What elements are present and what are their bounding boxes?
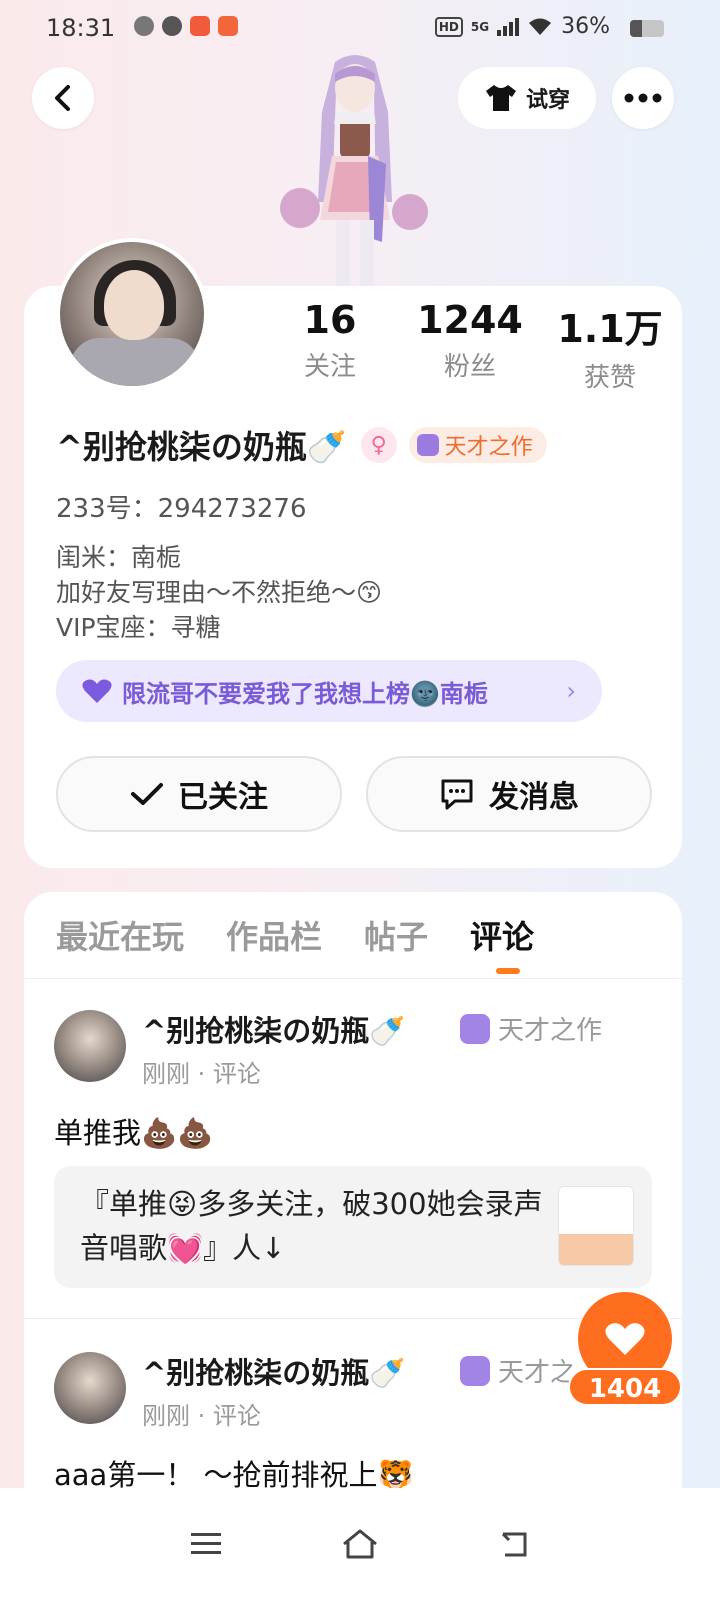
back-button[interactable] [32, 67, 94, 129]
stat-likes[interactable]: 1.1万 获赞 [540, 298, 680, 394]
content-tabs: 最近在玩 作品栏 帖子 评论 [56, 912, 534, 974]
quoted-post-thumbnail [558, 1186, 634, 1266]
dressup-character-image[interactable] [280, 52, 430, 288]
post-avatar[interactable] [54, 1352, 126, 1424]
bio-line: 加好友写理由～不然拒绝～😙 [56, 578, 383, 607]
tab-recently-played[interactable]: 最近在玩 [56, 912, 184, 958]
post-title-badge: 天才之作 [460, 1010, 602, 1047]
honor-text: 限流哥不要爱我了我想上榜🌚南栀 [122, 679, 488, 708]
checkmark-icon [131, 783, 163, 805]
quoted-post[interactable]: 『单推😝多多关注，破300她会录声音唱歌💓』人↓ [54, 1166, 652, 1288]
app-notification-icon [218, 16, 238, 36]
title-badge[interactable]: 天才之作 [408, 427, 547, 463]
post-title-badge: 天才之 [460, 1352, 576, 1389]
stat-value: 1244 [417, 298, 523, 342]
profile-actions: 已关注 发消息 [56, 756, 652, 832]
back-arrow-icon [55, 85, 70, 111]
home-icon[interactable] [340, 1528, 380, 1560]
battery-percent: 36% [561, 14, 610, 39]
badge-icon [460, 1355, 490, 1386]
status-bar: 18:31 HD 5G 36% [0, 0, 720, 56]
like-count: 1404 [568, 1368, 682, 1406]
status-indicators: HD 5G 36% [434, 14, 658, 39]
message-button[interactable]: 发消息 [366, 756, 652, 832]
follow-label: 已关注 [178, 780, 268, 815]
post-author-name[interactable]: ^别抢桃柒の奶瓶🍼 [142, 1350, 405, 1392]
heart-icon [82, 679, 112, 703]
stat-value: 16 [303, 298, 357, 342]
wifi-icon [529, 18, 552, 35]
back-nav-icon[interactable] [497, 1530, 531, 1558]
battery-icon [630, 20, 664, 37]
quoted-post-text: 『单推😝多多关注，破300她会录声音唱歌💓』人↓ [80, 1187, 543, 1265]
bio-line: 闺米：南栀 [56, 543, 182, 572]
female-gender-icon: ♀ [360, 427, 397, 463]
message-icon [441, 779, 473, 810]
status-time: 18:31 [46, 14, 116, 42]
heart-icon [605, 1323, 645, 1355]
post-meta: 刚刚 · 评论 [142, 1060, 261, 1088]
hd-icon: HD [434, 16, 463, 37]
badge-icon [416, 434, 439, 456]
tshirt-icon [485, 85, 516, 111]
content-feed: 最近在玩 作品栏 帖子 评论 ^别抢桃柒の奶瓶🍼 天才之作 刚刚 · 评论 单推… [24, 892, 682, 1532]
chevron-right-icon: › [566, 677, 576, 705]
profile-name-row: ^别抢桃柒の奶瓶🍼 ♀ 天才之作 [56, 422, 547, 468]
tab-posts[interactable]: 帖子 [364, 912, 428, 958]
stat-followers[interactable]: 1244 粉丝 [400, 298, 540, 394]
follow-button[interactable]: 已关注 [56, 756, 342, 832]
try-on-label: 试穿 [525, 88, 570, 113]
tab-comments[interactable]: 评论 [470, 912, 534, 974]
message-label: 发消息 [489, 780, 579, 815]
app-notification-icon [190, 16, 210, 36]
post-badge-label: 天才之 [498, 1358, 577, 1388]
stat-following[interactable]: 16 关注 [260, 298, 400, 394]
stat-label: 获赞 [583, 363, 636, 393]
honor-banner[interactable]: 限流哥不要爱我了我想上榜🌚南栀 › [56, 660, 602, 722]
stat-label: 关注 [303, 352, 356, 382]
profile-id: 233号：294273276 [56, 494, 307, 524]
profile-bio: 闺米：南栀 加好友写理由～不然拒绝～😙 VIP宝座：寻糖 [56, 540, 382, 645]
more-dots-icon [624, 93, 662, 103]
bio-line: VIP宝座：寻糖 [56, 613, 221, 642]
voice-notification-icon [134, 16, 154, 36]
try-on-button[interactable]: 试穿 [458, 67, 596, 129]
menu-icon[interactable] [189, 1531, 223, 1557]
divider [24, 978, 682, 979]
system-nav-bar [0, 1488, 720, 1600]
more-button[interactable] [612, 67, 674, 129]
post-text: 单推我💩💩 [54, 1116, 214, 1150]
post-avatar[interactable] [54, 1010, 126, 1082]
profile-stats: 16 关注 1244 粉丝 1.1万 获赞 [260, 298, 680, 394]
network-label: 5G [470, 19, 490, 34]
badge-icon [460, 1013, 490, 1044]
stat-label: 粉丝 [443, 352, 496, 382]
chat-notification-icon [162, 16, 182, 36]
tab-works[interactable]: 作品栏 [226, 912, 322, 958]
post-badge-label: 天才之作 [498, 1016, 603, 1046]
post-author-name[interactable]: ^别抢桃柒の奶瓶🍼 [142, 1008, 405, 1050]
stat-value: 1.1万 [557, 307, 663, 351]
title-badge-label: 天才之作 [444, 435, 533, 460]
profile-avatar[interactable] [56, 238, 208, 390]
signal-icon [497, 17, 520, 36]
post-meta: 刚刚 · 评论 [142, 1402, 261, 1430]
profile-name: ^别抢桃柒の奶瓶🍼 [56, 428, 347, 466]
notification-icons [134, 16, 238, 36]
